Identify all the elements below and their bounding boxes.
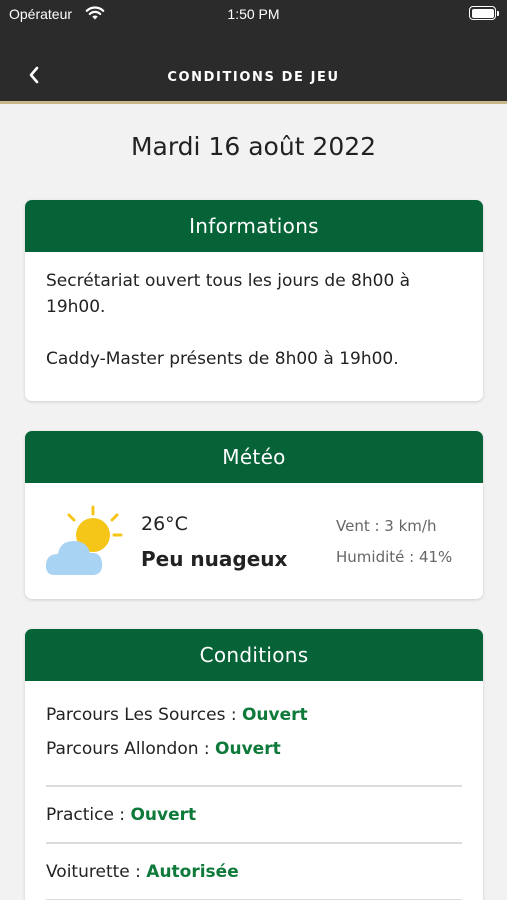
voiturette-label: Voiturette : xyxy=(46,862,147,882)
course-allondon-status: Ouvert xyxy=(215,739,281,759)
page-title: CONDITIONS DE JEU xyxy=(167,70,340,85)
conditions-card: Conditions Parcours Les Sources : Ouvert… xyxy=(25,629,483,900)
informations-card: Informations Secrétariat ouvert tous les… xyxy=(25,200,483,401)
course-les-sources-label: Parcours Les Sources : xyxy=(46,705,242,725)
list-item: Parcours Les Sources : Ouvert xyxy=(46,703,462,737)
secretariat-hours: Secrétariat ouvert tous les jours de 8h0… xyxy=(46,271,411,317)
battery-icon xyxy=(469,6,499,20)
meteo-card: Météo 26°C Peu nuageux Vent : 3 km/h Hum… xyxy=(25,431,483,599)
list-item: Practice : Ouvert xyxy=(46,787,462,844)
informations-header: Informations xyxy=(25,200,483,252)
list-item: Parcours Allondon : Ouvert xyxy=(46,737,462,771)
conditions-body: Parcours Les Sources : Ouvert Parcours A… xyxy=(25,681,483,900)
nav-bar: CONDITIONS DE JEU xyxy=(0,28,507,102)
app-header: Opérateur 1:50 PM CONDITIONS DE JEU xyxy=(0,0,507,104)
sky-condition: Peu nuageux xyxy=(141,547,288,571)
meteo-header: Météo xyxy=(25,431,483,483)
wind-speed: Vent : 3 km/h xyxy=(336,517,437,535)
humidity: Humidité : 41% xyxy=(336,548,453,566)
clock: 1:50 PM xyxy=(227,6,280,22)
voiturette-status: Autorisée xyxy=(146,862,239,882)
course-les-sources-status: Ouvert xyxy=(241,705,308,725)
temperature: 26°C xyxy=(141,513,188,535)
informations-body: Secrétariat ouvert tous les jours de 8h0… xyxy=(25,252,483,372)
practice-status: Ouvert xyxy=(130,805,197,825)
conditions-header: Conditions xyxy=(25,629,483,681)
meteo-body: 26°C Peu nuageux Vent : 3 km/h Humidité … xyxy=(25,483,483,599)
caddy-master-hours: Caddy-Master présents de 8h00 à 19h00. xyxy=(46,349,399,369)
courses-group: Parcours Les Sources : Ouvert Parcours A… xyxy=(46,681,462,787)
date-heading: Mardi 16 août 2022 xyxy=(130,132,377,161)
course-allondon-label: Parcours Allondon : xyxy=(46,739,216,759)
list-item: Voiturette : Autorisée xyxy=(46,844,462,900)
status-bar: Opérateur 1:50 PM xyxy=(0,0,507,28)
practice-label: Practice : xyxy=(46,805,131,825)
partly-cloudy-icon xyxy=(43,503,123,583)
